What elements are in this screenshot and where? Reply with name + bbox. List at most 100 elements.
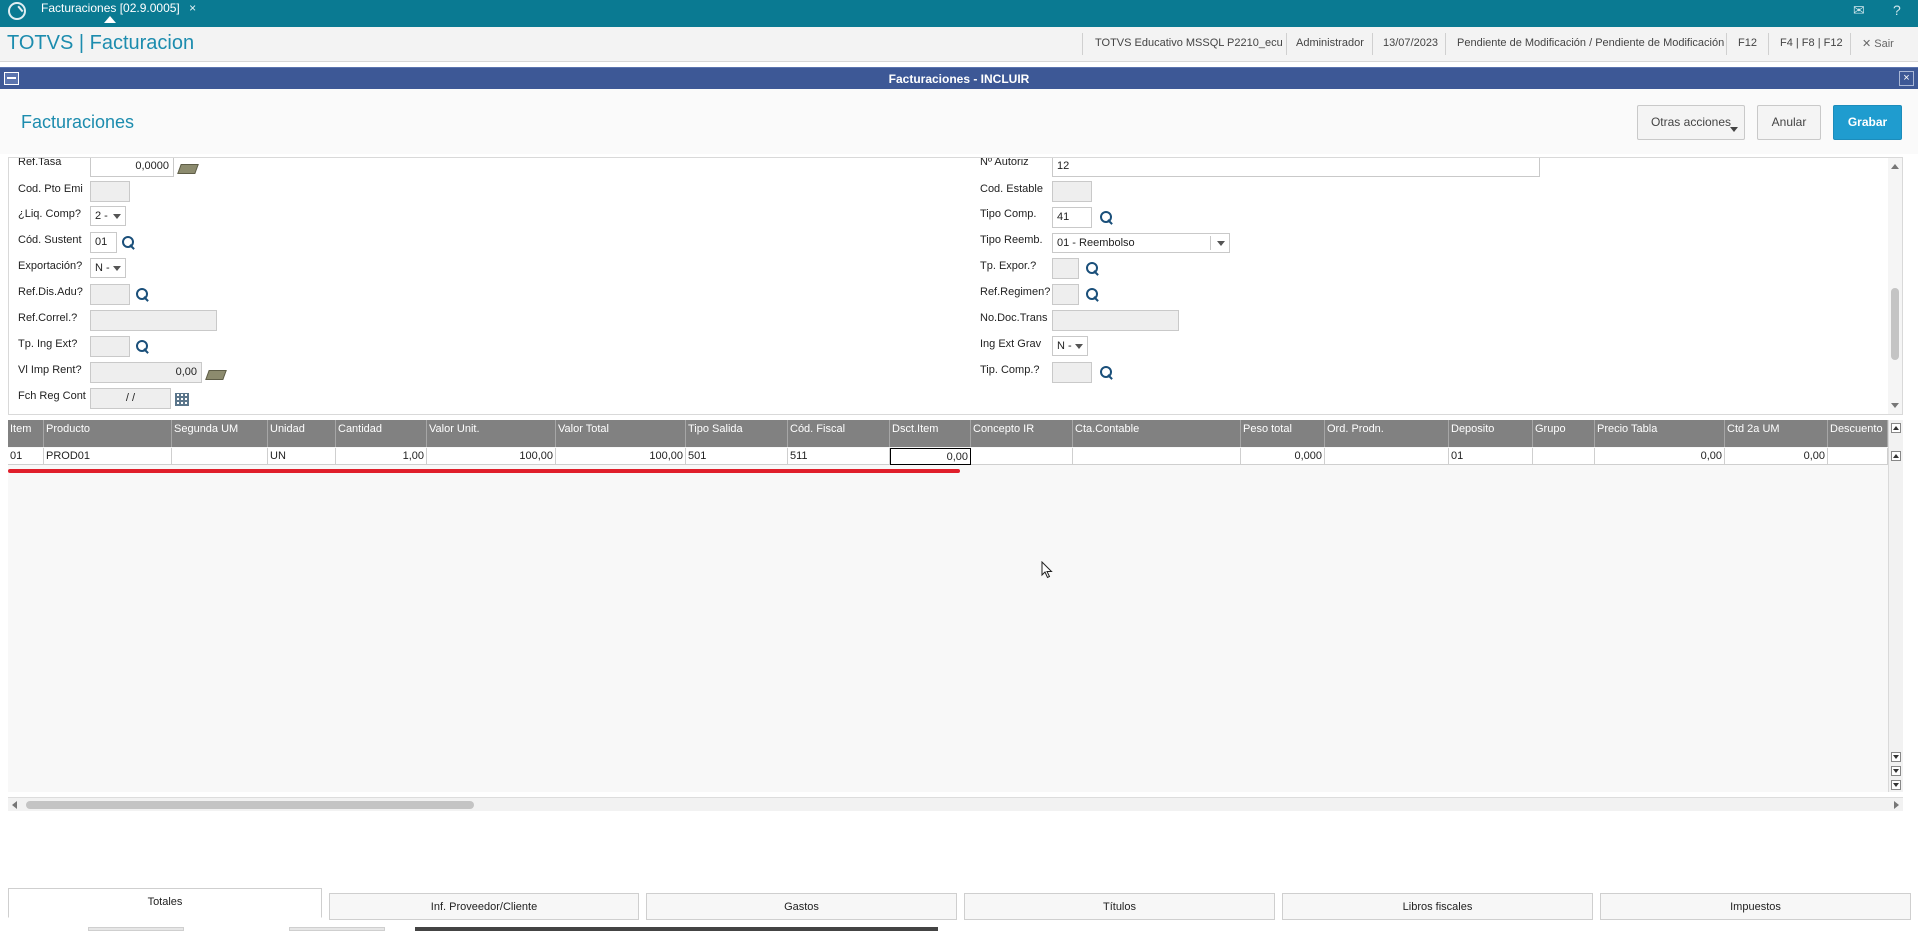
column-header[interactable]: Cantidad	[336, 420, 427, 447]
grid-cell[interactable]: 511	[788, 448, 890, 465]
tab-facturaciones[interactable]: Facturaciones [02.9.0005] ×	[33, 0, 204, 24]
grid-cell[interactable]: 0,00	[1595, 448, 1725, 465]
scrollbar-thumb[interactable]	[26, 801, 474, 809]
search-icon[interactable]	[122, 236, 136, 250]
ref-regimen-input[interactable]	[1052, 284, 1079, 305]
scroll-down-icon[interactable]	[1891, 403, 1899, 408]
grid-cell[interactable]: 1,00	[336, 448, 427, 465]
scroll-up-icon[interactable]	[1891, 451, 1901, 461]
grid-cell[interactable]: 01	[8, 448, 44, 465]
grid-cell[interactable]	[1325, 448, 1449, 465]
tab-totales[interactable]: Totales	[8, 888, 322, 918]
column-header[interactable]: Valor Unit.	[427, 420, 556, 447]
exportacion-select[interactable]: N -	[90, 258, 126, 278]
grid-cell[interactable]: 01	[1449, 448, 1533, 465]
column-header[interactable]: Segunda UM	[172, 420, 268, 447]
grid-cell[interactable]	[172, 448, 268, 465]
more-actions-button[interactable]: Otras acciones	[1637, 105, 1745, 140]
tab-inf-proveedor-cliente[interactable]: Inf. Proveedor/Cliente	[329, 893, 639, 920]
grid-cell[interactable]: 100,00	[427, 448, 556, 465]
tip-comp-input[interactable]	[1052, 362, 1092, 383]
column-header[interactable]: Tipo Salida	[686, 420, 788, 447]
table-row[interactable]: 01 PROD01 UN 1,00 100,00 100,00 501 511 …	[8, 448, 1888, 465]
fch-reg-cont-input[interactable]: / /	[90, 388, 171, 409]
column-header[interactable]: Ord. Prodn.	[1325, 420, 1449, 447]
f12-shortcut[interactable]: F12	[1738, 37, 1757, 49]
scroll-down-icon[interactable]	[1891, 752, 1901, 762]
scroll-bottom-icon[interactable]	[1891, 780, 1901, 790]
column-header[interactable]: Descuento	[1828, 420, 1888, 447]
grid-cell[interactable]: PROD01	[44, 448, 172, 465]
environment-label[interactable]: TOTVS Educativo MSSQL P2210_ecu	[1095, 37, 1283, 49]
column-header[interactable]: Valor Total	[556, 420, 686, 447]
search-icon[interactable]	[1100, 211, 1114, 225]
tab-gastos[interactable]: Gastos	[646, 893, 957, 920]
user-label[interactable]: Administrador	[1296, 37, 1364, 49]
grid-cell[interactable]	[971, 448, 1073, 465]
help-icon[interactable]: ?	[1893, 2, 1901, 18]
search-icon[interactable]	[1086, 288, 1100, 302]
liq-comp-select[interactable]: 2 -	[90, 206, 126, 226]
scroll-up-icon[interactable]	[1891, 164, 1899, 169]
totvs-logo-icon[interactable]	[8, 2, 26, 20]
column-header[interactable]: Ctd 2a UM	[1725, 420, 1828, 447]
scroll-top-icon[interactable]	[1891, 423, 1901, 433]
tp-ing-ext-input[interactable]	[90, 336, 130, 357]
ref-correl-input[interactable]	[90, 310, 217, 331]
search-icon[interactable]	[1100, 366, 1114, 380]
cod-pto-emi-input[interactable]	[90, 181, 130, 202]
ref-tasa-input[interactable]: 0,0000	[90, 158, 174, 177]
grid-cell[interactable]	[1073, 448, 1241, 465]
shortcuts-label[interactable]: F4 | F8 | F12	[1780, 37, 1843, 49]
date-label[interactable]: 13/07/2023	[1383, 37, 1438, 49]
mail-icon[interactable]: ✉	[1853, 2, 1865, 19]
fields-scrollbar[interactable]	[1888, 158, 1902, 414]
cod-estable-input[interactable]	[1052, 181, 1092, 202]
column-header[interactable]: Unidad	[268, 420, 336, 447]
grid-cell[interactable]: UN	[268, 448, 336, 465]
column-header[interactable]: Dsct.Item	[890, 420, 971, 447]
column-header[interactable]: Deposito	[1449, 420, 1533, 447]
exit-button[interactable]: ✕ Sair	[1862, 37, 1894, 50]
grid-horizontal-scrollbar[interactable]	[8, 797, 1903, 811]
column-header[interactable]: Item	[8, 420, 44, 447]
grid-cell[interactable]: 100,00	[556, 448, 686, 465]
search-icon[interactable]	[136, 288, 150, 302]
grid-cell[interactable]: 501	[686, 448, 788, 465]
scrollbar-thumb[interactable]	[1891, 288, 1899, 360]
tab-titulos[interactable]: Títulos	[964, 893, 1275, 920]
tipo-reemb-select[interactable]: 01 - Reembolso	[1052, 233, 1230, 253]
window-close-button[interactable]: ×	[1899, 71, 1914, 86]
cancel-button[interactable]: Anular	[1757, 105, 1821, 140]
column-header[interactable]: Precio Tabla	[1595, 420, 1725, 447]
n-autoriz-input[interactable]: 12	[1052, 158, 1540, 177]
scroll-left-icon[interactable]	[12, 801, 17, 809]
ref-dis-adu-input[interactable]	[90, 284, 130, 305]
search-icon[interactable]	[1086, 262, 1100, 276]
grid-nav-scrollbar[interactable]	[1888, 420, 1903, 792]
tab-libros-fiscales[interactable]: Libros fiscales	[1282, 893, 1593, 920]
no-doc-trans-input[interactable]	[1052, 310, 1179, 331]
status-label[interactable]: Pendiente de Modificación / Pendiente de…	[1457, 37, 1724, 49]
tp-expor-input[interactable]	[1052, 258, 1079, 279]
column-header[interactable]: Concepto IR	[971, 420, 1073, 447]
currency-icon[interactable]	[207, 368, 225, 380]
column-header[interactable]: Cód. Fiscal	[788, 420, 890, 447]
currency-icon[interactable]	[179, 162, 197, 174]
column-header[interactable]: Cta.Contable	[1073, 420, 1241, 447]
scroll-page-down-icon[interactable]	[1891, 766, 1901, 776]
grid-cell[interactable]: 0,00	[1725, 448, 1828, 465]
grid-cell[interactable]: 0,000	[1241, 448, 1325, 465]
column-header[interactable]: Peso total	[1241, 420, 1325, 447]
search-icon[interactable]	[136, 340, 150, 354]
vl-imp-rent-input[interactable]: 0,00	[90, 362, 202, 383]
tab-impuestos[interactable]: Impuestos	[1600, 893, 1911, 920]
column-header[interactable]: Producto	[44, 420, 172, 447]
grid-cell[interactable]	[1533, 448, 1595, 465]
scroll-right-icon[interactable]	[1894, 801, 1899, 809]
cod-sustent-input[interactable]: 01	[90, 232, 117, 253]
save-button[interactable]: Grabar	[1833, 105, 1902, 140]
grid-cell-selected[interactable]: 0,00	[890, 448, 971, 465]
column-header[interactable]: Grupo	[1533, 420, 1595, 447]
tipo-comp-input[interactable]: 41	[1052, 207, 1092, 228]
